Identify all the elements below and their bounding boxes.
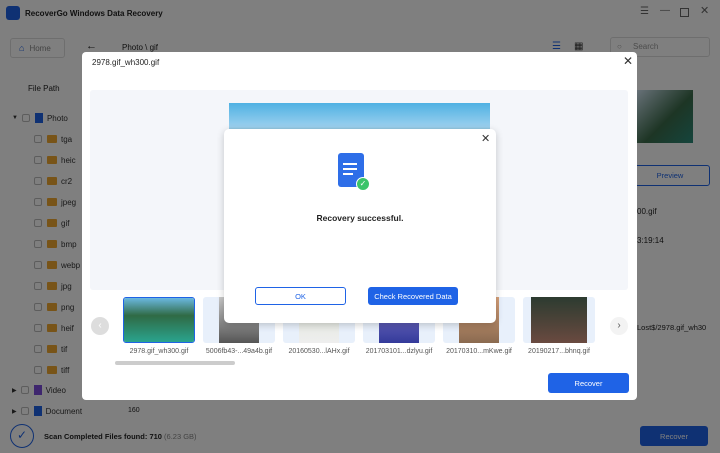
close-dialog-icon[interactable]: ✕	[481, 132, 490, 145]
thumbnail[interactable]	[123, 297, 195, 343]
check-recovered-data-button[interactable]: Check Recovered Data	[368, 287, 458, 305]
thumbnail-label: 5006fb43-...49a4b.gif	[205, 348, 273, 355]
thumbnail-image	[531, 297, 587, 343]
recover-button[interactable]: Recover	[548, 373, 629, 393]
document-success-icon: ✓	[338, 153, 370, 191]
thumbnail-label: 201703101...dzlyu.gif	[365, 348, 433, 355]
thumbnail-scrollbar[interactable]	[115, 361, 235, 365]
success-dialog: ✕ ✓ Recovery successful. OK Check Recove…	[224, 129, 496, 323]
check-badge-icon: ✓	[356, 177, 370, 191]
thumbnail-label: 20170310...mKwe.gif	[446, 348, 512, 355]
ok-button[interactable]: OK	[255, 287, 346, 305]
prev-arrow-button[interactable]: ‹	[91, 317, 109, 335]
thumbnail[interactable]	[523, 297, 595, 343]
thumbnail-label: 20160530...lAHx.gif	[288, 348, 350, 355]
close-preview-icon[interactable]: ✕	[623, 54, 633, 68]
thumbnail-label: 20190217...bhnq.gif	[528, 348, 590, 355]
thumbnail-label: 2978.gif_wh300.gif	[129, 348, 189, 355]
success-message: Recovery successful.	[316, 213, 404, 223]
preview-title: 2978.gif_wh300.gif	[92, 58, 160, 67]
next-arrow-button[interactable]: ›	[610, 317, 628, 335]
thumbnail-image	[124, 298, 194, 342]
